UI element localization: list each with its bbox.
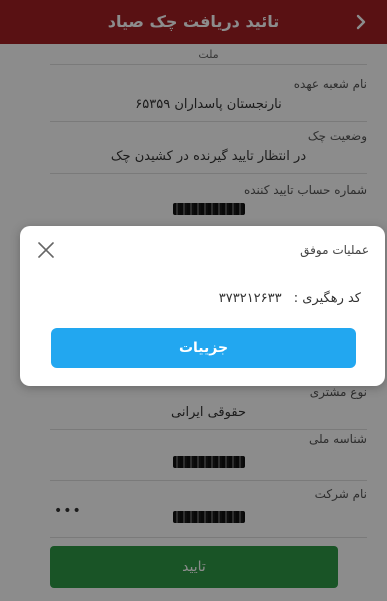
- tracking-row: کد رهگیری : ۳۷۳۲۱۲۶۳۳: [219, 291, 361, 306]
- close-button[interactable]: [36, 240, 56, 260]
- tracking-code: ۳۷۳۲۱۲۶۳۳: [218, 291, 282, 306]
- close-icon: [38, 242, 54, 258]
- success-dialog: عملیات موفق کد رهگیری : ۳۷۳۲۱۲۶۳۳ جزییات: [20, 226, 385, 386]
- app-screen: تائید دریافت چک صیاد ملت نام شعبه عهده ن…: [0, 0, 387, 601]
- tracking-label: کد رهگیری :: [293, 291, 361, 306]
- dialog-title: عملیات موفق: [300, 243, 369, 257]
- details-button[interactable]: جزییات: [51, 328, 356, 368]
